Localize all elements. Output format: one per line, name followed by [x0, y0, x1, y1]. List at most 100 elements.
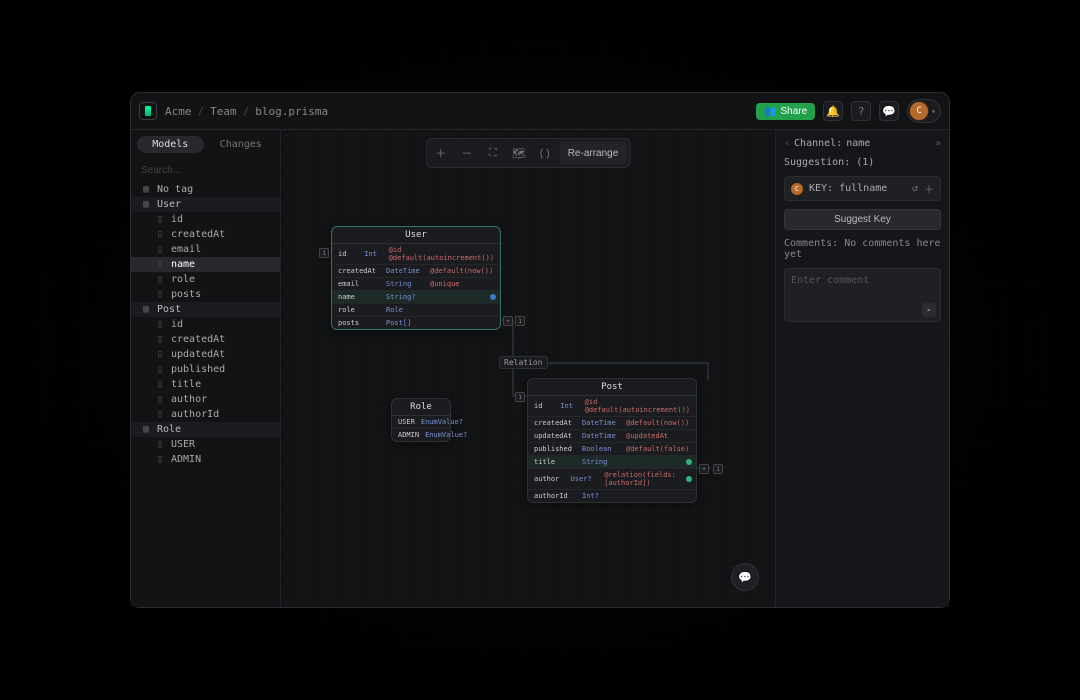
field-name: USER [398, 418, 415, 426]
field-attr: @relation(fields:[authorId]) [604, 471, 690, 487]
model-role[interactable]: Role USEREnumValue?ADMINEnumValue? [391, 398, 451, 442]
model-field-row[interactable]: idInt@id @default(autoincrement()) [528, 396, 696, 416]
tree-label: role [171, 274, 195, 285]
tree-label: authorId [171, 409, 219, 420]
send-icon[interactable]: ➤ [922, 303, 936, 317]
cardinality-handle[interactable]: 1 [515, 316, 525, 326]
model-field-row[interactable]: updatedAtDateTime@updatedAt [528, 429, 696, 442]
tab-models[interactable]: Models [137, 136, 204, 153]
sidebar-tabs: Models Changes [131, 130, 280, 159]
zoom-in-icon[interactable]: ＋ [430, 142, 452, 164]
tree-label: author [171, 394, 207, 405]
zoom-out-icon[interactable]: － [456, 142, 478, 164]
tree-field[interactable]: ▯id [131, 212, 280, 227]
tree-field[interactable]: ▯ADMIN [131, 452, 280, 467]
model-field-row[interactable]: postsPost[] [332, 316, 500, 329]
field-attr: @default(now()) [626, 419, 689, 427]
cardinality-handle[interactable]: 1 [319, 248, 329, 258]
tree-field[interactable]: ▯USER [131, 437, 280, 452]
field-name: id [338, 250, 358, 258]
tree-field[interactable]: ▯id [131, 317, 280, 332]
field-name: role [338, 306, 380, 314]
schema-canvas[interactable]: ＋ － ⛶ 🗺 ⟨⟩ Re-arrange User idInt@id @def… [281, 130, 775, 607]
tree-field[interactable]: ▯author [131, 392, 280, 407]
file-icon: ▯ [155, 349, 165, 360]
model-field-row[interactable]: roleRole [332, 303, 500, 316]
search-input[interactable] [131, 159, 280, 182]
breadcrumb-item[interactable]: Acme [165, 105, 192, 118]
model-field-row[interactable]: USEREnumValue? [392, 416, 450, 428]
breadcrumb-item[interactable]: blog.prisma [255, 105, 328, 118]
notifications-icon[interactable]: 🔔 [823, 101, 843, 121]
model-field-row[interactable]: emailString@unique [332, 277, 500, 290]
right-panel: ‹ Channel: name » Suggestion: (1) C KEY:… [775, 130, 949, 607]
tree-field[interactable]: ▯title [131, 377, 280, 392]
model-field-row[interactable]: nameString? [332, 290, 500, 303]
breadcrumb-item[interactable]: Team [210, 105, 237, 118]
file-icon: ▯ [155, 439, 165, 450]
tree-model-post[interactable]: ▦Post [131, 302, 280, 317]
tree-no-tag[interactable]: ▦ No tag [131, 182, 280, 197]
tree-field[interactable]: ▯email [131, 242, 280, 257]
field-name: name [338, 293, 380, 301]
collapse-left-icon[interactable]: ‹ [784, 138, 790, 149]
app-logo[interactable] [139, 102, 157, 120]
tab-changes[interactable]: Changes [208, 136, 275, 153]
file-icon: ▯ [155, 364, 165, 375]
breadcrumb-sep: / [198, 105, 205, 118]
field-attr: @default(now()) [430, 267, 493, 275]
undo-icon[interactable]: ↺ [912, 183, 918, 194]
field-type: DateTime [582, 419, 620, 427]
suggested-key[interactable]: C KEY: fullname ↺ ＋ [784, 176, 941, 201]
file-icon: ▯ [155, 274, 165, 285]
model-field-row[interactable]: titleString [528, 455, 696, 468]
comment-input[interactable] [791, 275, 934, 286]
model-field-row[interactable]: authorUser?@relation(fields:[authorId]) [528, 468, 696, 489]
field-attr: @unique [430, 280, 460, 288]
avatar-menu[interactable]: C ▾ [907, 99, 941, 123]
tree-model-user[interactable]: ▦User [131, 197, 280, 212]
field-type: Boolean [582, 445, 620, 453]
tree-field[interactable]: ▯createdAt [131, 227, 280, 242]
rearrange-button[interactable]: Re-arrange [560, 142, 627, 164]
model-post[interactable]: Post idInt@id @default(autoincrement())c… [527, 378, 697, 503]
comments-prefix: Comments: [784, 238, 838, 249]
layers-icon[interactable]: 🗺 [508, 142, 530, 164]
tree-field[interactable]: ▯ role [131, 272, 280, 287]
model-field-row[interactable]: idInt@id @default(autoincrement()) [332, 244, 500, 264]
tree-model-role[interactable]: ▦Role [131, 422, 280, 437]
breadcrumb-sep: / [243, 105, 250, 118]
tree-field[interactable]: ▯createdAt [131, 332, 280, 347]
model-field-row[interactable]: publishedBoolean@default(false) [528, 442, 696, 455]
file-icon: ▯ [155, 454, 165, 465]
model-field-row[interactable]: authorIdInt? [528, 489, 696, 502]
suggest-key-button[interactable]: Suggest Key [784, 209, 941, 230]
chat-bubble-icon[interactable]: 💬 [731, 563, 759, 591]
cardinality-handle[interactable]: 1 [713, 464, 723, 474]
fit-icon[interactable]: ⛶ [482, 142, 504, 164]
tree-field[interactable]: ▯updatedAt [131, 347, 280, 362]
model-user[interactable]: User idInt@id @default(autoincrement())c… [331, 226, 501, 330]
tree-field[interactable]: ▯authorId [131, 407, 280, 422]
model-field-row[interactable]: createdAtDateTime@default(now()) [528, 416, 696, 429]
tree-field[interactable]: ▯ published [131, 362, 280, 377]
help-icon[interactable]: ? [851, 101, 871, 121]
cardinality-handle[interactable]: + [503, 316, 513, 326]
code-icon[interactable]: ⟨⟩ [534, 142, 556, 164]
field-attr: @default(false) [626, 445, 689, 453]
model-field-row[interactable]: ADMINEnumValue? [392, 428, 450, 441]
cardinality-handle[interactable]: 1 [515, 392, 525, 402]
channel-name: name [846, 138, 870, 149]
collapse-right-icon[interactable]: » [935, 138, 941, 149]
comments-icon[interactable]: 💬 [879, 101, 899, 121]
field-attr: @id @default(autoincrement()) [585, 398, 690, 414]
tree-field[interactable]: ▯name [131, 257, 280, 272]
tree-label: Role [157, 424, 181, 435]
cardinality-handle[interactable]: + [699, 464, 709, 474]
tree-field[interactable]: ▯posts [131, 287, 280, 302]
add-icon[interactable]: ＋ [924, 181, 934, 196]
comments-header: Comments: No comments here yet [784, 238, 941, 260]
share-button[interactable]: 👥 Share [756, 103, 815, 120]
model-field-row[interactable]: createdAtDateTime@default(now()) [332, 264, 500, 277]
tree-label: published [171, 364, 225, 375]
